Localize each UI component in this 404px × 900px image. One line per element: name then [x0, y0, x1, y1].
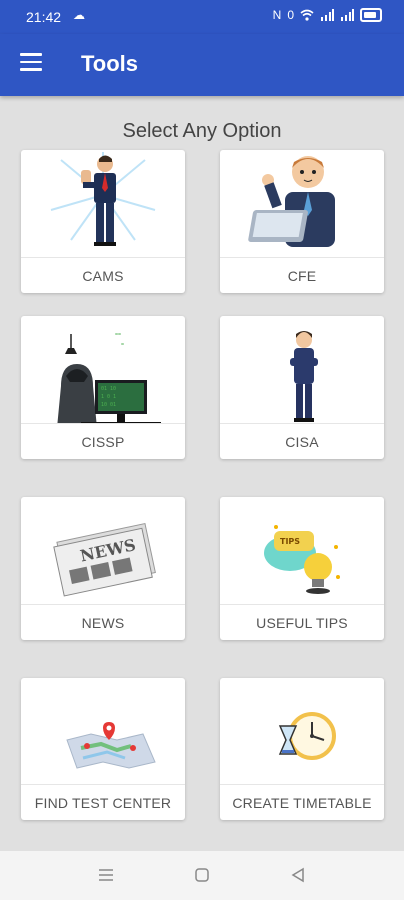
app-bar: Tools	[0, 34, 404, 96]
tile-useful-tips[interactable]: TIPS USEFUL TIPS	[220, 497, 384, 640]
tile-find-test-center[interactable]: FIND TEST CENTER	[21, 678, 185, 820]
tile-cfe[interactable]: CFE	[220, 150, 384, 293]
select-option-heading: Select Any Option	[122, 120, 282, 142]
menu-icon[interactable]	[20, 53, 42, 71]
svg-text:=: =	[121, 342, 124, 348]
tile-cissp[interactable]: 01 10 1 0 1 10 01 == = CISSP	[21, 316, 185, 459]
tile-cisa[interactable]: CISA	[220, 316, 384, 459]
back-icon[interactable]	[288, 865, 308, 885]
signal-icon	[321, 9, 334, 21]
wifi-icon	[300, 9, 314, 21]
map-pins-icon	[66, 722, 156, 769]
status-time: 21:42	[26, 9, 62, 25]
recent-apps-icon[interactable]	[96, 865, 116, 885]
system-nav-bar	[0, 851, 404, 900]
newspaper-icon: NEWS	[53, 522, 156, 597]
tile-label: CREATE TIMETABLE	[220, 784, 384, 820]
tile-label: CISA	[220, 423, 384, 459]
businessman-thumbs-up-icon	[50, 152, 156, 246]
businessman-standing-icon	[290, 331, 318, 422]
svg-text:1 0 1: 1 0 1	[101, 394, 116, 400]
tile-label: CAMS	[21, 257, 185, 293]
tile-label: CFE	[220, 257, 384, 293]
svg-text:TIPS: TIPS	[280, 537, 300, 546]
status-indicators: N 0	[273, 8, 382, 22]
tile-label: USEFUL TIPS	[220, 604, 384, 640]
clock-hourglass-icon	[278, 712, 336, 760]
tile-label: NEWS	[21, 604, 185, 640]
svg-text:01 10: 01 10	[101, 386, 116, 392]
tile-label: FIND TEST CENTER	[21, 784, 185, 820]
svg-text:==: ==	[115, 332, 121, 338]
vibrate-icon: 0	[287, 8, 294, 22]
cartoon-businessman-laptop-icon	[248, 156, 335, 247]
tile-label: CISSP	[21, 423, 185, 459]
nfc-icon: N	[272, 8, 282, 22]
battery-icon	[360, 8, 382, 22]
tile-create-timetable[interactable]: CREATE TIMETABLE	[220, 678, 384, 820]
tile-news[interactable]: NEWS NEWS	[21, 497, 185, 640]
hacker-at-computer-icon: 01 10 1 0 1 10 01 ===	[57, 332, 161, 424]
lightbulb-tips-icon: TIPS	[264, 525, 340, 594]
signal-icon-2	[341, 9, 354, 21]
cloud-icon: ☁	[73, 8, 85, 22]
svg-text:10 01: 10 01	[101, 402, 116, 408]
tile-cams[interactable]: CAMS	[21, 150, 185, 293]
status-bar: 21:42 ☁ N 0	[0, 0, 404, 34]
home-icon[interactable]	[192, 865, 212, 885]
page-title: Tools	[81, 51, 139, 76]
